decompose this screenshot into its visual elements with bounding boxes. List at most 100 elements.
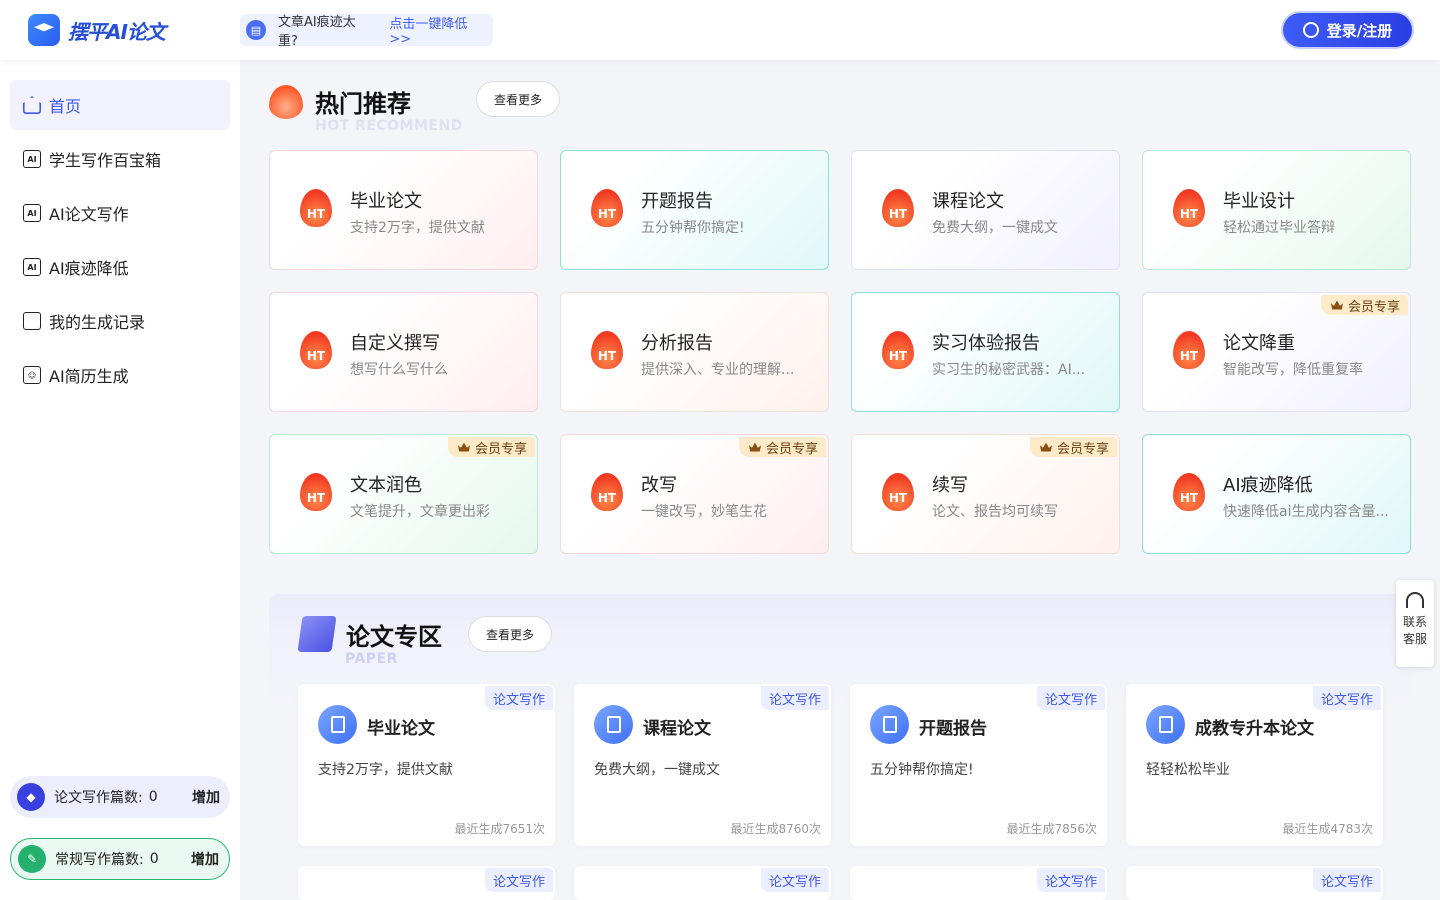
add-paper-count-button[interactable]: 增加 (192, 787, 220, 807)
logo-text: 摆平AI论文 (68, 19, 166, 44)
ai-doc-icon: AI (23, 258, 41, 276)
card-desc: 一键改写，妙笔生花 (641, 504, 767, 520)
paper-tag: 论文写作 (760, 686, 829, 710)
fire-icon: HT (882, 331, 914, 369)
notice-bar[interactable]: ▤ 文章AI痕迹太重? 点击一键降低 >> (240, 13, 493, 49)
notice-text: 文章AI痕迹太重? (277, 15, 356, 49)
hot-card[interactable]: 会员专享 HT 续写 论文、报告均可续写 (851, 434, 1120, 554)
hot-card[interactable]: 会员专享 HT 论文降重 智能改写，降低重复率 (1142, 292, 1411, 412)
crown-icon (457, 442, 470, 452)
document-icon (1146, 705, 1185, 744)
paper-section-subtitle: PAPER (345, 651, 398, 667)
sidebar-item-ai-reduce[interactable]: AI AI痕迹降低 (10, 242, 230, 292)
vip-label: 会员专享 (1347, 299, 1400, 315)
card-desc: 轻松通过毕业答辩 (1223, 220, 1335, 236)
card-desc: 快速降低ai生成内容含量... (1223, 504, 1389, 520)
paper-card-desc: 支持2万字，提供文献 (318, 762, 453, 778)
hot-card[interactable]: 会员专享 HT 改写 一键改写，妙笔生花 (560, 434, 829, 554)
hot-card[interactable]: HT 毕业设计 轻松通过毕业答辩 (1142, 150, 1411, 270)
paper-card-title: 成教专升本论文 (1195, 719, 1314, 739)
general-count-counter: ✎ 常规写作篇数: 0 增加 (10, 838, 230, 880)
ai-book-icon: AI (23, 150, 41, 168)
sidebar-item-label: 学生写作百宝箱 (49, 151, 162, 170)
counter-value: 0 (149, 851, 159, 867)
card-title: 续写 (932, 475, 968, 496)
paper-card-desc: 免费大纲，一键成文 (594, 762, 720, 778)
fire-icon: HT (300, 189, 332, 227)
book-icon (297, 616, 337, 652)
user-icon (1302, 22, 1319, 38)
paper-card[interactable]: 论文写作 (298, 866, 555, 900)
fire-icon: HT (591, 473, 623, 511)
paper-tag: 论文写作 (760, 868, 829, 892)
fire-icon: HT (591, 331, 623, 369)
paper-card-title: 课程论文 (643, 719, 711, 739)
fire-icon: HT (300, 473, 332, 511)
paper-count-counter: ◆ 论文写作篇数: 0 增加 (10, 776, 230, 818)
hot-card[interactable]: HT 分析报告 提供深入、专业的理解... (560, 292, 829, 412)
vip-badge: 会员专享 (738, 437, 826, 457)
sidebar-item-label: AI痕迹降低 (49, 259, 129, 278)
paper-card[interactable]: 论文写作 (1126, 866, 1383, 900)
hot-card[interactable]: HT 课程论文 免费大纲，一键成文 (851, 150, 1120, 270)
login-label: 登录/注册 (1326, 21, 1393, 40)
paper-card[interactable]: 论文写作 (850, 866, 1107, 900)
sidebar-item-toolbox[interactable]: AI 学生写作百宝箱 (10, 134, 230, 184)
login-register-button[interactable]: 登录/注册 (1283, 13, 1412, 47)
counter-label: 常规写作篇数: (55, 852, 144, 868)
paper-section-title: 论文专区 (346, 622, 442, 651)
card-title: 实习体验报告 (932, 333, 1040, 354)
card-desc: 提供深入、专业的理解... (641, 362, 795, 378)
card-desc: 想写什么写什么 (350, 362, 448, 378)
sidebar-item-records[interactable]: 我的生成记录 (10, 296, 230, 346)
fire-icon: HT (882, 189, 914, 227)
card-title: 文本润色 (350, 475, 422, 496)
paper-card-count: 最近生成7856次 (1006, 822, 1097, 836)
paper-card[interactable]: 论文写作 课程论文 免费大纲，一键成文 最近生成8760次 (574, 684, 831, 846)
notice-link[interactable]: 点击一键降低 >> (389, 13, 493, 47)
hot-card[interactable]: HT AI痕迹降低 快速降低ai生成内容含量... (1142, 434, 1411, 554)
fire-icon: HT (1173, 189, 1205, 227)
hot-card[interactable]: HT 开题报告 五分钟帮你搞定! (560, 150, 829, 270)
paper-card-desc: 轻轻松松毕业 (1146, 762, 1230, 778)
vip-badge: 会员专享 (447, 437, 535, 457)
headset-icon (1406, 592, 1424, 608)
card-desc: 支持2万字，提供文献 (350, 220, 485, 236)
vip-label: 会员专享 (765, 441, 818, 457)
paper-more-button[interactable]: 查看更多 (468, 616, 552, 652)
sidebar-item-home[interactable]: 首页 (10, 80, 230, 130)
hot-more-button[interactable]: 查看更多 (476, 81, 560, 117)
paper-card-count: 最近生成8760次 (730, 822, 821, 836)
paper-card[interactable]: 论文写作 开题报告 五分钟帮你搞定! 最近生成7856次 (850, 684, 1107, 846)
crown-icon (1039, 442, 1052, 452)
paper-card[interactable]: 论文写作 毕业论文 支持2万字，提供文献 最近生成7651次 (298, 684, 555, 846)
sidebar: 首页 AI 学生写作百宝箱 AI AI论文写作 AI AI痕迹降低 我的生成记录… (0, 60, 240, 900)
paper-card-title: 开题报告 (919, 719, 987, 739)
add-general-count-button[interactable]: 增加 (191, 849, 219, 869)
card-title: AI痕迹降低 (1223, 475, 1313, 496)
sidebar-item-ai-paper[interactable]: AI AI论文写作 (10, 188, 230, 238)
paper-tag: 论文写作 (1036, 868, 1105, 892)
vip-badge: 会员专享 (1029, 437, 1117, 457)
sidebar-item-label: AI简历生成 (49, 367, 129, 386)
hot-section-header: 热门推荐 (269, 84, 411, 119)
card-title: 自定义撰写 (350, 333, 440, 354)
paper-card-count: 最近生成4783次 (1282, 822, 1373, 836)
logo[interactable]: 摆平AI论文 (28, 14, 166, 46)
hot-card[interactable]: 会员专享 HT 文本润色 文笔提升，文章更出彩 (269, 434, 538, 554)
fire-icon: HT (1173, 473, 1205, 511)
hot-card[interactable]: HT 毕业论文 支持2万字，提供文献 (269, 150, 538, 270)
sidebar-item-resume[interactable]: ☺ AI简历生成 (10, 350, 230, 400)
graduation-cap-icon (28, 14, 60, 46)
home-icon (23, 96, 41, 114)
paper-tag: 论文写作 (1036, 686, 1105, 710)
card-desc: 论文、报告均可续写 (932, 504, 1058, 520)
customer-service-button[interactable]: 联系客服 (1396, 580, 1434, 667)
paper-card[interactable]: 论文写作 (574, 866, 831, 900)
paper-card[interactable]: 论文写作 成教专升本论文 轻轻松松毕业 最近生成4783次 (1126, 684, 1383, 846)
hot-card[interactable]: HT 实习体验报告 实习生的秘密武器：AI... (851, 292, 1120, 412)
crown-icon (748, 442, 761, 452)
sidebar-item-label: 首页 (49, 97, 82, 116)
card-title: 开题报告 (641, 191, 713, 212)
hot-card[interactable]: HT 自定义撰写 想写什么写什么 (269, 292, 538, 412)
